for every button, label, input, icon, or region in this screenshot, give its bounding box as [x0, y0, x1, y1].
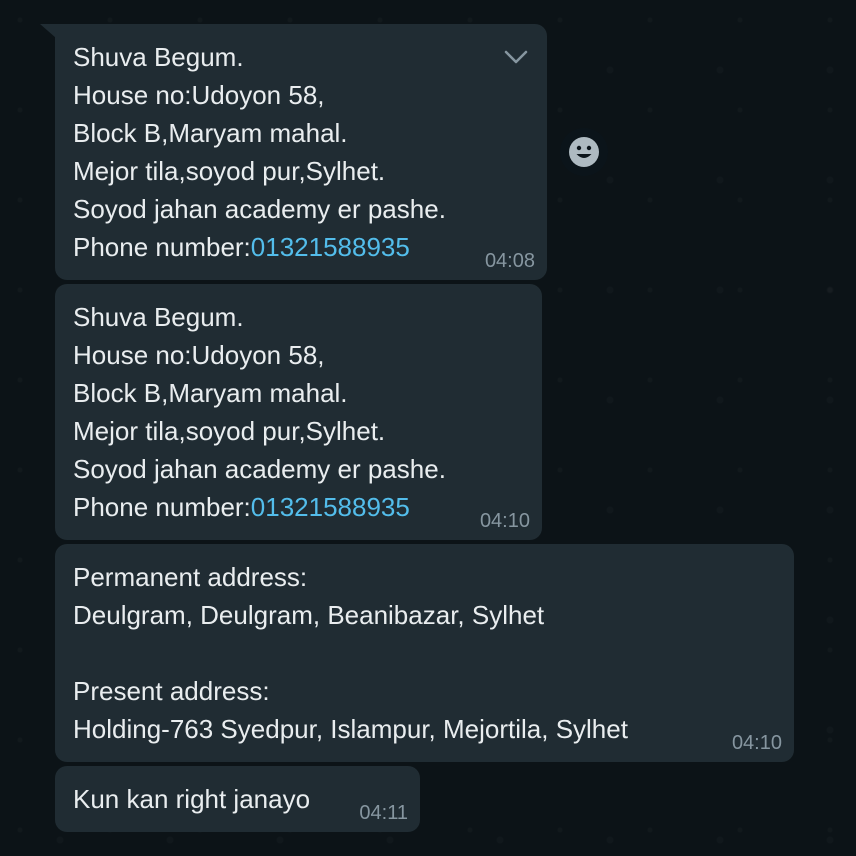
message-time: 04:08: [484, 250, 535, 272]
smiley-icon: [569, 137, 599, 167]
message-line: Shuva Begum.: [73, 42, 244, 72]
phone-row: Phone number:01321588935: [73, 488, 524, 526]
message-time: 04:11: [359, 802, 408, 824]
message-line: Mejor tila,soyod pur,Sylhet.: [73, 416, 386, 446]
message-line: House no:Udoyon 58,: [73, 80, 325, 110]
message-bubble[interactable]: Permanent address: Deulgram, Deulgram, B…: [55, 544, 794, 762]
message-line: Soyod jahan academy er pashe.: [73, 194, 446, 224]
message-bubble[interactable]: Shuva Begum. House no:Udoyon 58, Block B…: [55, 24, 547, 280]
phone-row: Phone number:01321588935: [73, 228, 529, 266]
react-button[interactable]: [560, 128, 608, 176]
message-time: 04:10: [731, 732, 782, 754]
phone-link[interactable]: 01321588935: [251, 232, 410, 262]
message-line: Block B,Maryam mahal.: [73, 118, 348, 148]
chevron-down-icon[interactable]: [503, 44, 529, 70]
bubble-tail: [40, 24, 56, 38]
message-line: Holding-763 Syedpur, Islampur, Mejortila…: [73, 714, 628, 744]
phone-label: Phone number:: [73, 492, 251, 522]
phone-link[interactable]: 01321588935: [251, 492, 410, 522]
message-line: Kun kan right janayo: [73, 784, 311, 814]
message-line: House no:Udoyon 58,: [73, 340, 325, 370]
message-line: Mejor tila,soyod pur,Sylhet.: [73, 156, 386, 186]
message-line: Soyod jahan academy er pashe.: [73, 454, 446, 484]
message-line: Deulgram, Deulgram, Beanibazar, Sylhet: [73, 600, 545, 630]
message-bubble[interactable]: Shuva Begum. House no:Udoyon 58, Block B…: [55, 284, 542, 540]
message-bubble[interactable]: Kun kan right janayo 04:11: [55, 766, 420, 832]
message-line: Block B,Maryam mahal.: [73, 378, 348, 408]
phone-label: Phone number:: [73, 232, 251, 262]
message-line: Present address:: [73, 676, 270, 706]
message-line: Permanent address:: [73, 562, 308, 592]
message-time: 04:10: [479, 510, 530, 532]
message-line: Shuva Begum.: [73, 302, 244, 332]
